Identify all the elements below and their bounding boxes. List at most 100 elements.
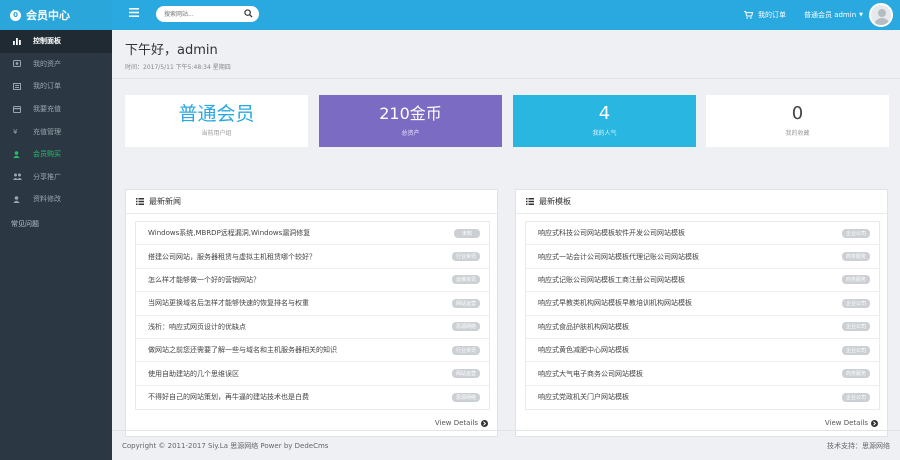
sidebar-item-dashboard[interactable]: 控制面板 [0, 30, 112, 53]
category-badge: 企业公司 [841, 298, 870, 308]
sidebar-item-share[interactable]: 分享推广 [0, 166, 112, 189]
stat-label: 总资产 [401, 130, 420, 137]
news-list: Windows系统,MBRDP远程漏洞,Windows漏洞修复 未知 搭建公司网站… [135, 221, 490, 411]
list-item[interactable]: 不得好自己的网站策划，再牛逼的建站技术也是白费 思源网络 [136, 386, 489, 409]
tech-support-text: 技术支持：思源网络 [827, 441, 890, 450]
list-item[interactable]: 响应式一站会计公司网站模板代理记账公司网站模板 商务服务 [526, 245, 879, 269]
templates-view-details-link[interactable]: View Details [825, 419, 878, 427]
list-item-title[interactable]: 响应式一站会计公司网站模板代理记账公司网站模板 [538, 252, 699, 262]
my-orders-link[interactable]: 我的订单 [743, 10, 786, 20]
brand[interactable]: 0 会员中心 [0, 0, 112, 30]
list-item[interactable]: 怎么样才能够做一个好的营销网站？ 运维资讯 [136, 269, 489, 293]
stat-card-popularity: 4 我的人气 [513, 95, 696, 147]
sidebar-item-recharge-management[interactable]: ¥ 充值管理 [0, 120, 112, 143]
list-item[interactable]: 搭建公司网站，服务器租赁与虚拟主机租赁哪个较好？ 行业资讯 [136, 245, 489, 269]
sidebar-item-label: 我要充值 [33, 105, 61, 114]
category-badge: 行业资讯 [451, 345, 480, 355]
category-badge: 企业公司 [841, 392, 870, 402]
list-item[interactable]: 响应式大气电子商务公司网站模板 商务服务 [526, 362, 879, 386]
stat-value: 0 [791, 103, 804, 124]
stat-label: 我的人气 [592, 130, 617, 137]
sidebar-faq-link[interactable]: 常见问题 [0, 219, 112, 229]
list-icon [136, 198, 144, 205]
stat-card-user-group: 普通会员 当前用户组 [125, 95, 308, 147]
sidebar-item-label: 资料修改 [33, 195, 61, 204]
list-item-title[interactable]: 使用自助建站的几个思维误区 [148, 369, 239, 379]
stat-value: 普通会员 [178, 103, 255, 125]
arrow-circle-right-icon [871, 419, 878, 427]
list-item[interactable]: 响应式科技公司网站模板软件开发公司网站模板 企业公司 [526, 222, 879, 246]
chart-bar-icon [13, 37, 27, 45]
list-item-title[interactable]: 响应式记账公司网站模板工商注册公司网站模板 [538, 275, 685, 285]
search-input[interactable] [164, 9, 244, 19]
list-item[interactable]: 当网站更换域名后怎样才能够快速的恢复排名与权重 网站运营 [136, 292, 489, 316]
list-item-title[interactable]: Windows系统,MBRDP远程漏洞,Windows漏洞修复 [148, 228, 310, 238]
sidebar-item-profile[interactable]: 资料修改 [0, 188, 112, 211]
user-icon [13, 150, 27, 158]
list-item[interactable]: 响应式记账公司网站模板工商注册公司网站模板 商务服务 [526, 269, 879, 293]
search-icon[interactable] [244, 9, 253, 18]
category-badge: 网站运营 [451, 369, 480, 379]
list-item-title[interactable]: 响应式科技公司网站模板软件开发公司网站模板 [538, 228, 685, 238]
category-badge: 企业公司 [841, 345, 870, 355]
list-item-title[interactable]: 搭建公司网站，服务器租赁与虚拟主机租赁哪个较好？ [148, 252, 316, 262]
category-badge: 思源网络 [451, 392, 480, 402]
stat-value: 210金币 [379, 104, 442, 123]
list-item-title[interactable]: 响应式党政机关门户网站模板 [538, 392, 629, 402]
sidebar-item-label: 我的资产 [33, 59, 61, 68]
footer: Copyright © 2011-2017 Siy.La 思源网络 Power … [112, 430, 900, 460]
view-details-label: View Details [824, 419, 868, 427]
category-badge: 网站运营 [451, 298, 480, 308]
panel-header: 最新模板 [516, 190, 887, 214]
list-item-title[interactable]: 响应式黄色减肥中心网站模板 [538, 345, 629, 355]
top-bar: 0 会员中心 我的订单 普通会员 admin ▼ [0, 0, 900, 30]
list-item[interactable]: 响应式黄色减肥中心网站模板 企业公司 [526, 339, 879, 363]
list-icon [13, 82, 27, 90]
my-orders-label: 我的订单 [757, 11, 786, 19]
list-icon [526, 198, 534, 205]
list-item-title[interactable]: 响应式早教类机构网站模板早教培训机构网站模板 [538, 298, 692, 308]
list-item-title[interactable]: 做网站之前您还需要了解一些与域名和主机服务器相关的知识 [148, 345, 337, 355]
panel-header: 最新新闻 [126, 190, 497, 214]
credit-card-icon [13, 105, 27, 113]
stat-card-favorites: 0 我的收藏 [706, 95, 889, 147]
view-details-label: View Details [434, 419, 478, 427]
list-item[interactable]: 做网站之前您还需要了解一些与域名和主机服务器相关的知识 行业资讯 [136, 339, 489, 363]
sidebar-item-assets[interactable]: 我的资产 [0, 53, 112, 76]
list-item-title[interactable]: 当网站更换域名后怎样才能够快速的恢复排名与权重 [148, 298, 309, 308]
sidebar-item-recharge[interactable]: 我要充值 [0, 98, 112, 121]
stat-label: 当前用户组 [201, 130, 232, 137]
list-item[interactable]: 使用自助建站的几个思维误区 网站运营 [136, 362, 489, 386]
sidebar-item-label: 充值管理 [33, 127, 61, 136]
list-item[interactable]: Windows系统,MBRDP远程漏洞,Windows漏洞修复 未知 [136, 222, 489, 246]
list-item-title[interactable]: 不得好自己的网站策划，再牛逼的建站技术也是白费 [148, 392, 309, 402]
avatar[interactable] [869, 3, 893, 27]
category-badge: 商务服务 [841, 252, 870, 262]
sidebar-item-membership[interactable]: 会员购买 [0, 143, 112, 166]
user-menu[interactable]: 普通会员 admin ▼ [804, 10, 863, 20]
list-item-title[interactable]: 浅析：响应式网页设计的优缺点 [148, 322, 246, 332]
list-item[interactable]: 响应式党政机关门户网站模板 企业公司 [526, 386, 879, 409]
templates-list: 响应式科技公司网站模板软件开发公司网站模板 企业公司 响应式一站会计公司网站模板代… [525, 221, 880, 411]
cart-icon [743, 11, 753, 19]
list-item[interactable]: 浅析：响应式网页设计的优缺点 思源网络 [136, 316, 489, 339]
news-view-details-link[interactable]: View Details [435, 419, 488, 427]
panel-title: 最新模板 [539, 197, 571, 206]
caret-down-icon: ▼ [859, 12, 863, 18]
sidebar-item-label: 我的订单 [33, 82, 61, 91]
user-menu-label: 普通会员 admin [803, 11, 857, 19]
main-content: 下午好，admin 时间：2017/5/11 下午5:48:34 星期四 普通会… [112, 30, 900, 460]
user-edit-icon [13, 196, 27, 203]
sidebar-item-orders[interactable]: 我的订单 [0, 75, 112, 98]
list-item-title[interactable]: 响应式食品护肤机构网站模板 [538, 322, 629, 332]
latest-templates-panel: 最新模板 响应式科技公司网站模板软件开发公司网站模板 企业公司 响应式一站会计公司… [515, 189, 888, 437]
brand-title: 会员中心 [26, 9, 70, 22]
copyright-text: Copyright © 2011-2017 Siy.La 思源网络 Power … [122, 441, 329, 450]
list-item[interactable]: 响应式食品护肤机构网站模板 企业公司 [526, 316, 879, 339]
list-item[interactable]: 响应式早教类机构网站模板早教培训机构网站模板 企业公司 [526, 292, 879, 316]
page-title: 下午好，admin [125, 43, 218, 58]
category-badge: 思源网络 [451, 322, 480, 332]
list-item-title[interactable]: 响应式大气电子商务公司网站模板 [538, 369, 643, 379]
menu-toggle-button[interactable] [129, 8, 139, 20]
list-item-title[interactable]: 怎么样才能够做一个好的营销网站？ [148, 275, 260, 285]
